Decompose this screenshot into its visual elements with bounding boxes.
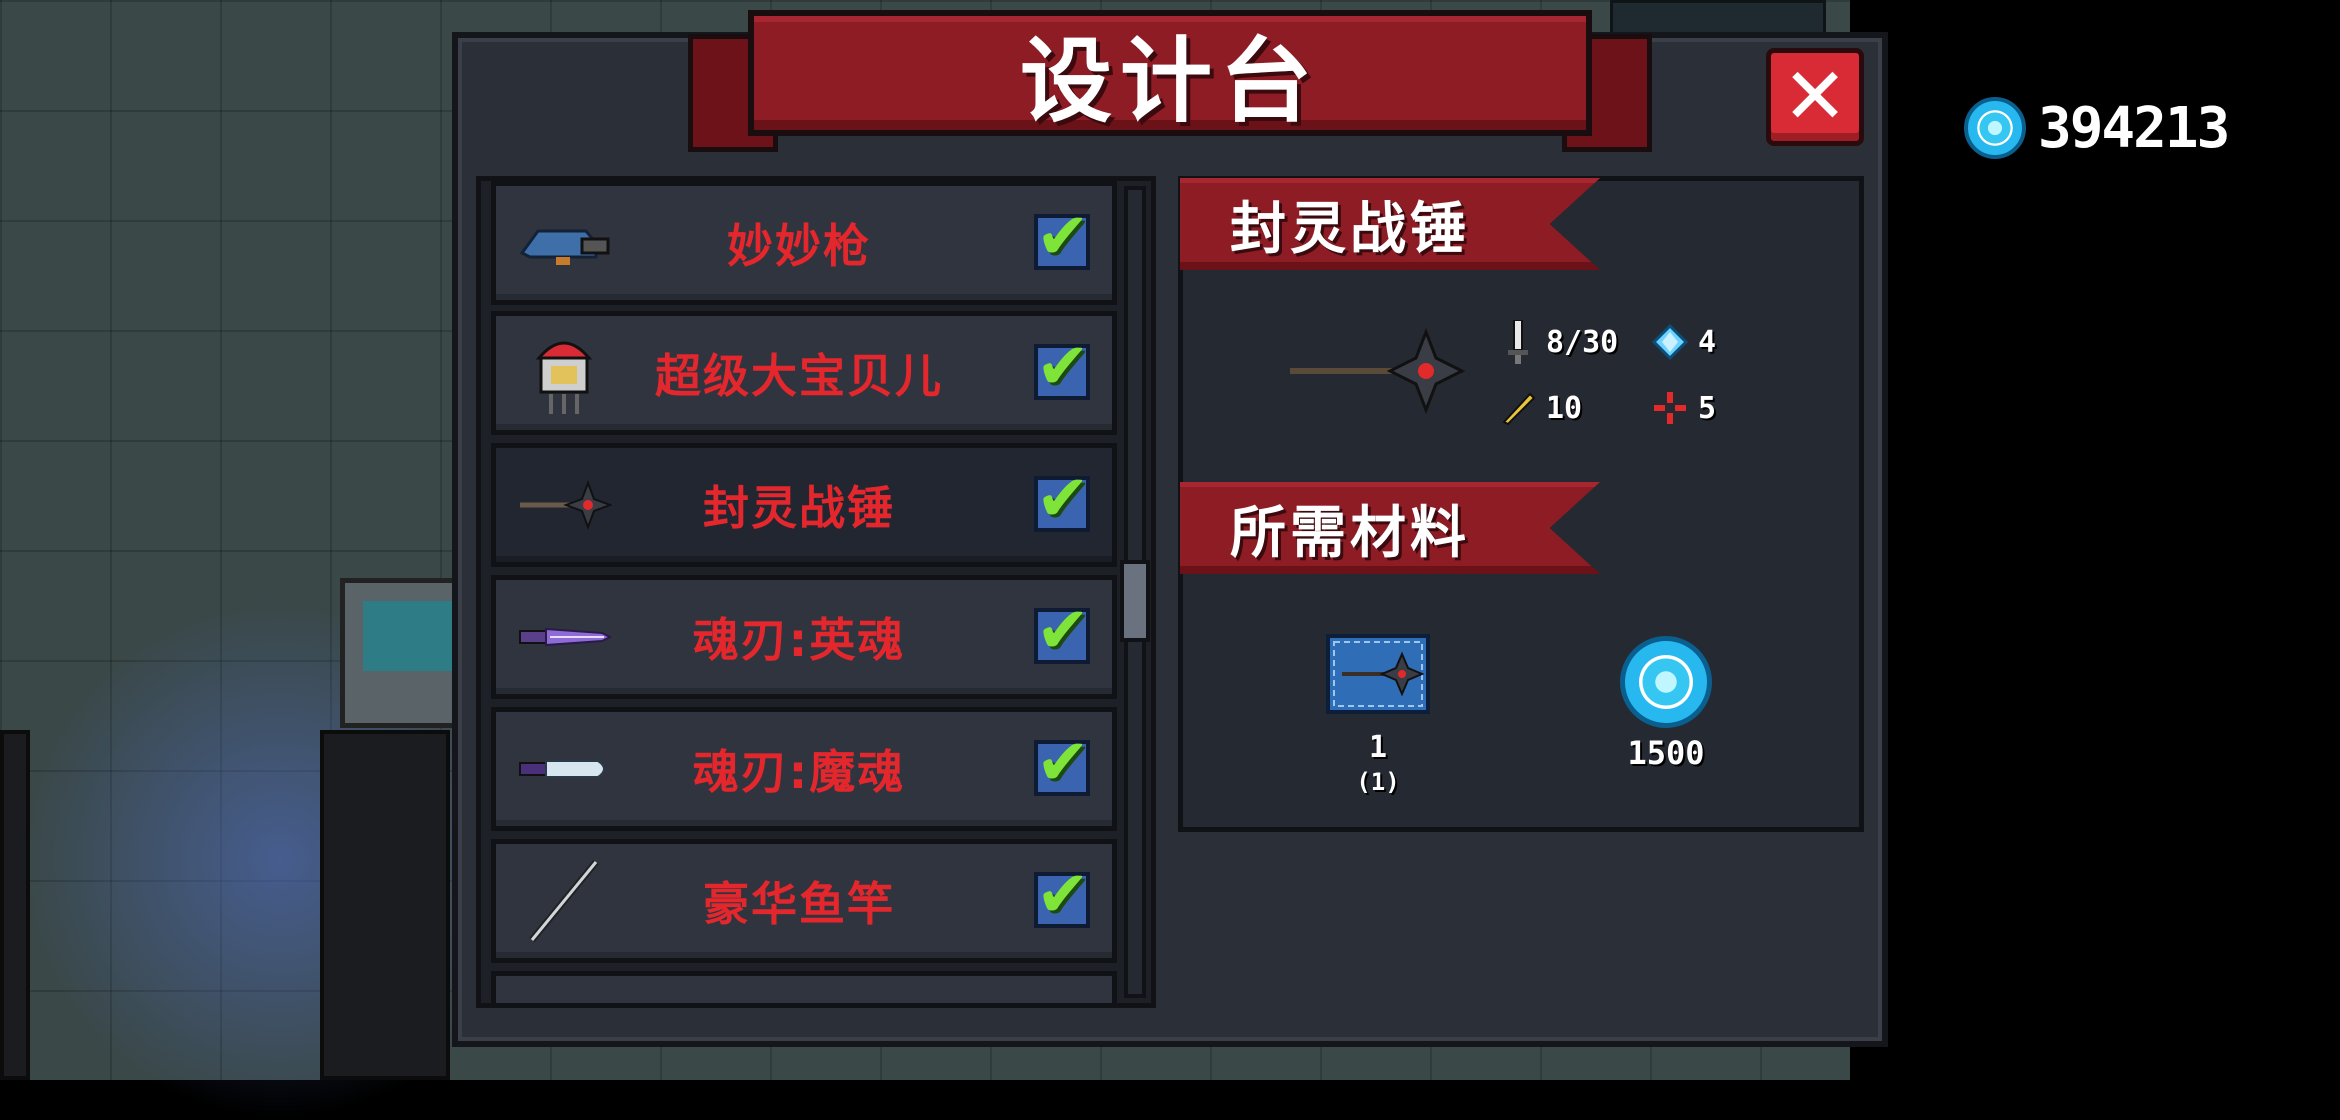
stat-energy: 4 — [1652, 324, 1716, 360]
list-item-label: 魂刃:英魂 — [692, 613, 906, 667]
currency-display: 394213 — [1964, 92, 2230, 164]
spiked-hammer-icon — [516, 462, 612, 548]
checkmark-icon: ✔ — [1036, 462, 1090, 536]
stat-accuracy-value: 5 — [1698, 390, 1717, 426]
currency-value: 394213 — [2038, 95, 2230, 161]
checkmark-icon: ✔ — [1036, 858, 1090, 932]
blueprint-hammer-icon — [1326, 634, 1430, 714]
unlocked-checkbox: ✔ — [1034, 594, 1090, 668]
list-item-selected[interactable]: 封灵战锤 ✔ — [491, 443, 1117, 567]
title-banner: 设计台 — [748, 10, 1592, 136]
fishing-rod-icon — [516, 858, 612, 944]
list-item[interactable]: 魂刃:魔魂 ✔ — [491, 707, 1117, 831]
blue-gun-icon — [516, 200, 612, 286]
crosshair-icon — [1652, 390, 1688, 426]
unlocked-checkbox: ✔ — [1034, 200, 1090, 274]
list-item-label: 封灵战锤 — [703, 481, 895, 535]
weapon-title-ribbon: 封灵战锤 — [1180, 178, 1600, 270]
list-item[interactable]: 魂刃:英魂 ✔ — [491, 575, 1117, 699]
unlocked-checkbox: ✔ — [1034, 726, 1090, 800]
sword-icon — [1500, 320, 1536, 364]
list-item-label: 超级大宝贝儿 — [655, 349, 943, 403]
weapon-preview-icon — [1286, 326, 1466, 416]
unlocked-checkbox: ✔ — [1034, 330, 1090, 404]
background-machine — [340, 578, 470, 728]
checkmark-icon: ✔ — [1036, 200, 1090, 274]
background-machine-screen — [363, 601, 453, 671]
background-cabinet-left — [0, 730, 30, 1080]
list-item[interactable]: 妙妙枪 ✔ — [491, 181, 1117, 305]
unlocked-checkbox: ✔ — [1034, 462, 1090, 536]
crit-feather-icon — [1500, 390, 1536, 426]
purple-sword-icon — [516, 594, 612, 680]
energy-crystal-icon — [1652, 324, 1688, 360]
close-button[interactable]: ✕ — [1766, 48, 1864, 146]
page-title: 设计台 — [1019, 27, 1320, 135]
materials-title: 所需材料 — [1230, 500, 1470, 566]
list-item-label: 魂刃:魔魂 — [692, 745, 906, 799]
checkmark-icon: ✔ — [1036, 594, 1090, 668]
stat-energy-value: 4 — [1698, 324, 1717, 360]
stat-damage-value: 8/30 — [1546, 324, 1619, 360]
close-icon: ✕ — [1782, 52, 1848, 142]
unlocked-checkbox: ✔ — [1034, 858, 1090, 932]
weapon-title: 封灵战锤 — [1230, 196, 1470, 262]
material-blueprint-count: 1 — [1368, 730, 1388, 765]
material-blueprint-owned: (1) — [1356, 768, 1400, 796]
stat-damage: 8/30 — [1500, 320, 1619, 364]
gem-coin-icon — [1620, 636, 1712, 728]
checkmark-icon: ✔ — [1036, 330, 1090, 404]
stat-crit-value: 10 — [1546, 390, 1583, 426]
list-item-label: 豪华鱼竿 — [703, 877, 895, 931]
weapon-list[interactable]: 妙妙枪 ✔ 超级大宝贝儿 ✔ 封灵战锤 ✔ 魂刃:英魂 ✔ 魂刃:魔魂 ✔ 豪华… — [476, 176, 1156, 1008]
gem-coin-icon — [1964, 97, 2026, 159]
list-item[interactable]: 超级大宝贝儿 ✔ — [491, 311, 1117, 435]
list-item[interactable]: 豪华鱼竿 ✔ — [491, 839, 1117, 963]
list-scrollbar-thumb[interactable] — [1120, 560, 1150, 642]
stat-crit: 10 — [1500, 390, 1582, 426]
red-helmet-creature-icon — [516, 330, 612, 416]
purple-blade-icon — [516, 726, 612, 812]
background-cabinet-mid — [320, 730, 450, 1080]
list-item-partial[interactable] — [491, 971, 1117, 1003]
stat-accuracy: 5 — [1652, 390, 1716, 426]
materials-ribbon: 所需材料 — [1180, 482, 1600, 574]
list-item-label: 妙妙枪 — [727, 219, 871, 273]
material-gem-count: 1500 — [1627, 734, 1705, 772]
checkmark-icon: ✔ — [1036, 726, 1090, 800]
